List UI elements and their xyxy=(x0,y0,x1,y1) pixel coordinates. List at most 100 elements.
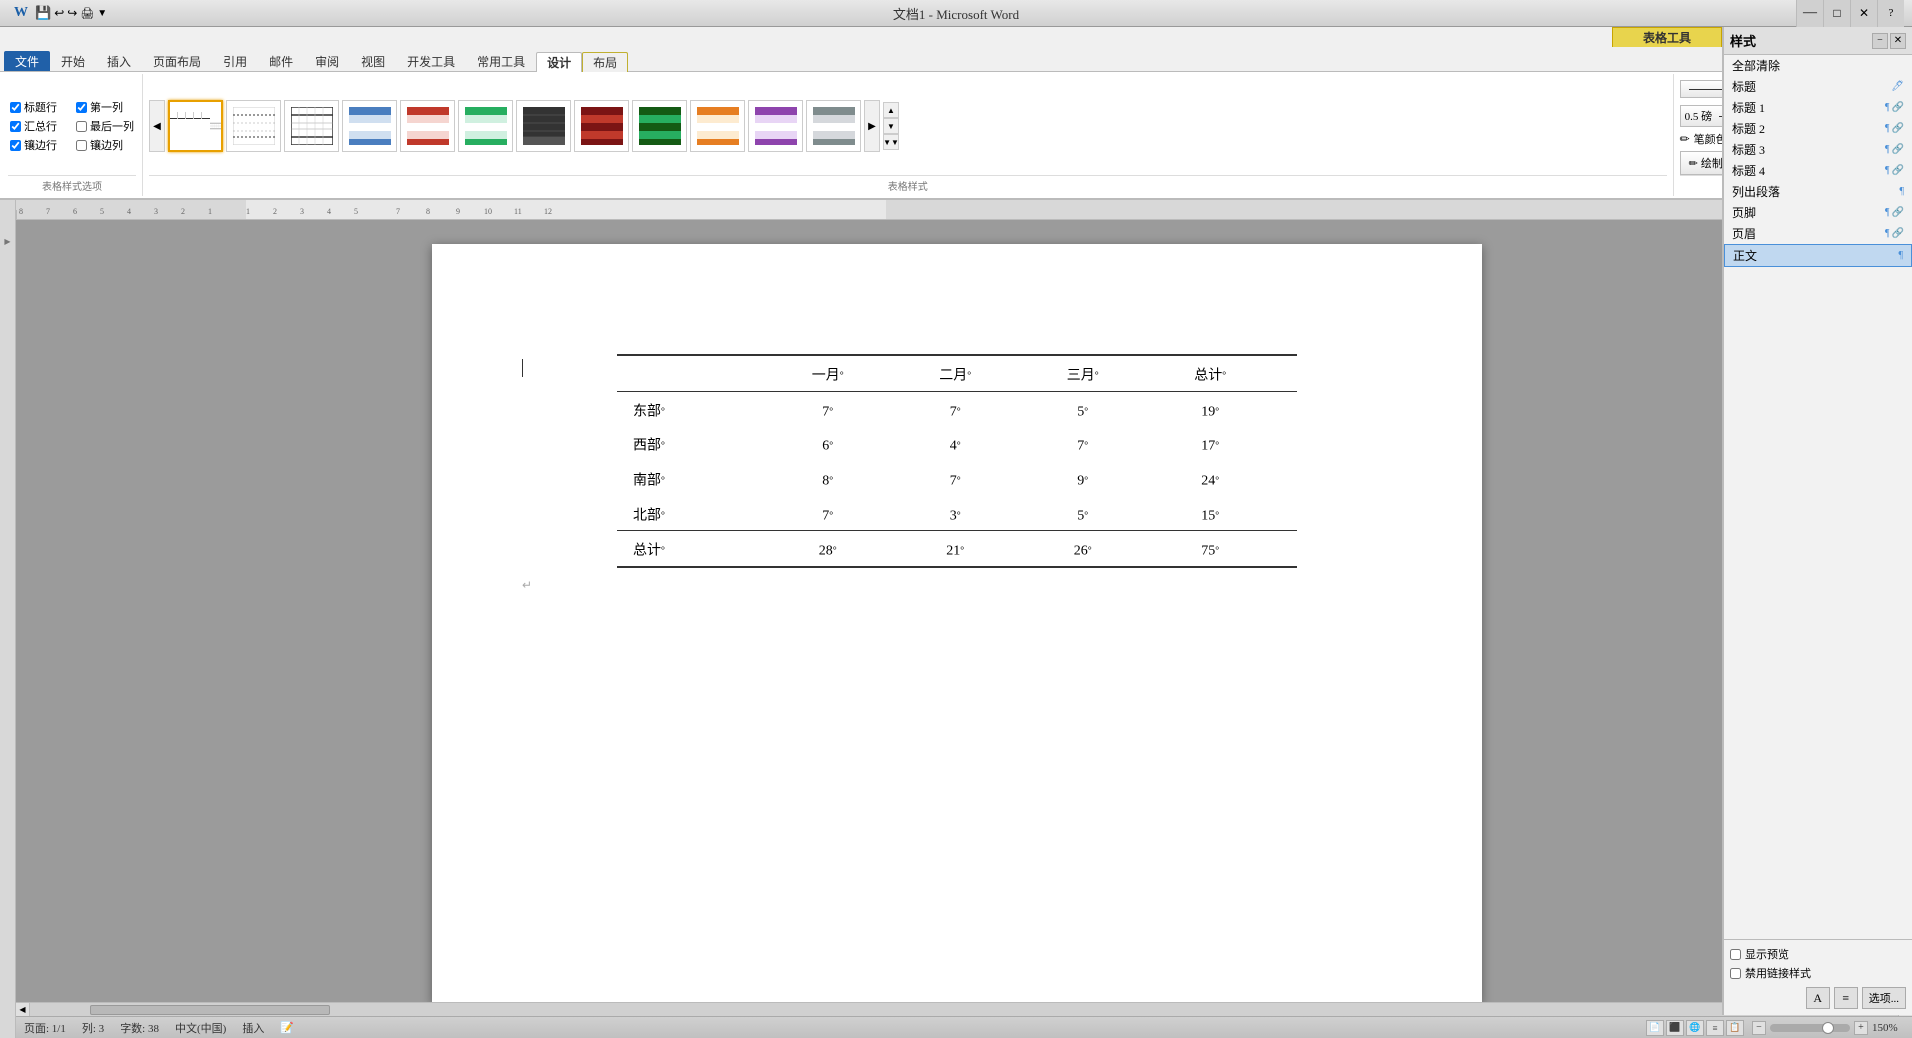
table-row: 北部。 7。 3。 5。 15。 xyxy=(617,496,1297,531)
options-button[interactable]: 选项... xyxy=(1862,987,1906,1009)
last-col-checkbox-label[interactable]: 最后一列 xyxy=(76,118,134,134)
tab-layout[interactable]: 布局 xyxy=(582,52,628,72)
tab-design[interactable]: 设计 xyxy=(536,52,582,72)
table-style-dark[interactable] xyxy=(516,100,571,152)
tab-developer[interactable]: 开发工具 xyxy=(396,51,466,71)
new-style-button[interactable]: A xyxy=(1806,987,1830,1009)
last-col-checkbox[interactable] xyxy=(76,121,87,132)
line-width-value: 0.5 磅 xyxy=(1685,108,1714,124)
close-button[interactable]: ✕ xyxy=(1850,0,1877,27)
style-link-icon-footer[interactable]: 🔗 xyxy=(1892,207,1904,218)
help-button[interactable]: ? xyxy=(1877,0,1904,27)
web-layout-button[interactable]: 🌐 xyxy=(1686,1020,1704,1036)
header-row-checkbox[interactable] xyxy=(10,102,21,113)
document-content[interactable]: 一月。 二月。 三月。 总计。 东部。 7。 xyxy=(16,220,1898,1002)
ribbon: 表格工具 文件 开始 插入 页面布局 引用 邮件 审阅 视图 开发工具 常用工具… xyxy=(0,27,1912,200)
tab-insert[interactable]: 插入 xyxy=(96,51,142,71)
undo-icon[interactable]: ↩ xyxy=(54,6,64,21)
tab-view[interactable]: 视图 xyxy=(350,51,396,71)
banded-cols-checkbox-label[interactable]: 镶边列 xyxy=(76,137,134,153)
draw-icon: ✏ xyxy=(1689,157,1698,170)
table-style-plain[interactable] xyxy=(168,100,223,152)
footer-mar: 26。 xyxy=(1022,531,1150,567)
status-right: 📄 ⬛ 🌐 ≡ 📋 − + 150% xyxy=(1646,1020,1904,1036)
draft-button[interactable]: 📋 xyxy=(1726,1020,1744,1036)
manage-styles-button[interactable]: ≡ xyxy=(1834,987,1858,1009)
gallery-scroll-right[interactable]: ▶ xyxy=(864,100,880,152)
minimize-button[interactable]: — xyxy=(1796,0,1823,27)
style-edit-icon-footer[interactable]: ¶ xyxy=(1885,207,1890,218)
disable-linked-checkbox[interactable] xyxy=(1730,968,1741,979)
outline-button[interactable]: ≡ xyxy=(1706,1020,1724,1036)
customize-qa-icon[interactable]: ▼ xyxy=(97,8,107,19)
insert-mode: 插入 xyxy=(242,1020,264,1036)
table-style-3[interactable] xyxy=(284,100,339,152)
total-row-checkbox[interactable] xyxy=(10,121,21,132)
table-style-gray-green[interactable] xyxy=(806,100,861,152)
page-indicator: 页面: 1/1 xyxy=(24,1020,66,1036)
gallery-scroll-up[interactable]: ▲ xyxy=(883,102,899,118)
tab-home[interactable]: 开始 xyxy=(50,51,96,71)
header-row-checkbox-label[interactable]: 标题行 xyxy=(10,99,68,115)
tab-common-tools[interactable]: 常用工具 xyxy=(466,51,536,71)
table-style-red[interactable] xyxy=(400,100,455,152)
style-edit-icon-header[interactable]: ¶ xyxy=(1885,228,1890,239)
horizontal-scrollbar[interactable]: ◀ ▶ xyxy=(16,1002,1912,1016)
style-item-icons-footer: ¶ 🔗 xyxy=(1885,207,1904,218)
header-extra xyxy=(1277,355,1297,391)
pen-icon: ✏ xyxy=(1680,132,1690,147)
style-item-header[interactable]: 页眉 ¶ 🔗 xyxy=(1724,223,1912,244)
table-style-orange[interactable] xyxy=(690,100,745,152)
first-col-checkbox-label[interactable]: 第一列 xyxy=(76,99,134,115)
zoom-thumb[interactable] xyxy=(1822,1022,1834,1034)
style-link-icon-header[interactable]: 🔗 xyxy=(1892,228,1904,239)
show-preview-checkbox[interactable] xyxy=(1730,949,1741,960)
gallery-scroll-down[interactable]: ▼ xyxy=(883,118,899,134)
tab-file[interactable]: 文件 xyxy=(4,51,50,71)
banded-cols-checkbox[interactable] xyxy=(76,140,87,151)
table-style-purple[interactable] xyxy=(748,100,803,152)
table-style-dark-green[interactable] xyxy=(632,100,687,152)
zoom-in-button[interactable]: + xyxy=(1854,1021,1868,1035)
style-item-body[interactable]: 正文 ¶ xyxy=(1724,244,1912,267)
west-jan: 6。 xyxy=(767,426,895,461)
styles-action-buttons: A ≡ 选项... xyxy=(1730,987,1906,1009)
zoom-slider[interactable] xyxy=(1770,1024,1850,1032)
gallery-scroll-left[interactable]: ◀ xyxy=(149,100,165,152)
tab-mailings[interactable]: 邮件 xyxy=(258,51,304,71)
fullscreen-button[interactable]: ⬛ xyxy=(1666,1020,1684,1036)
page: 一月。 二月。 三月。 总计。 东部。 7。 xyxy=(432,244,1482,1002)
svg-text:1: 1 xyxy=(246,207,250,216)
print-preview-icon[interactable]: 🖨 xyxy=(80,7,94,20)
style-item-icons-body: ¶ xyxy=(1898,250,1903,261)
banded-rows-checkbox[interactable] xyxy=(10,140,21,151)
total-row-checkbox-label[interactable]: 汇总行 xyxy=(10,118,68,134)
show-preview-check[interactable]: 显示预览 xyxy=(1730,946,1906,962)
table-foot: 总计。 28。 21。 26。 75。 xyxy=(617,531,1297,567)
svg-text:3: 3 xyxy=(154,207,158,216)
zoom-out-button[interactable]: − xyxy=(1752,1021,1766,1035)
table-styles-gallery: ◀ xyxy=(149,77,1667,175)
table-style-green[interactable] xyxy=(458,100,513,152)
style-item-footer[interactable]: 页脚 ¶ 🔗 xyxy=(1724,202,1912,223)
table-style-dark-red[interactable] xyxy=(574,100,629,152)
scroll-thumb-h[interactable] xyxy=(90,1005,330,1015)
maximize-button[interactable]: □ xyxy=(1823,0,1850,27)
scroll-track-h[interactable] xyxy=(30,1003,1898,1016)
tab-review[interactable]: 审阅 xyxy=(304,51,350,71)
tab-references[interactable]: 引用 xyxy=(212,51,258,71)
table-style-2[interactable] xyxy=(226,100,281,152)
tab-page-layout[interactable]: 页面布局 xyxy=(142,51,212,71)
disable-linked-check[interactable]: 禁用链接样式 xyxy=(1730,965,1906,981)
print-view-button[interactable]: 📄 xyxy=(1646,1020,1664,1036)
gallery-scroll-expand[interactable]: ▼▼ xyxy=(883,134,899,150)
scroll-left-button[interactable]: ◀ xyxy=(16,1003,30,1017)
style-edit-icon-body[interactable]: ¶ xyxy=(1898,250,1903,261)
table-style-blue-stripe[interactable] xyxy=(342,100,397,152)
save-icon[interactable]: 💾 xyxy=(35,5,51,21)
banded-rows-checkbox-label[interactable]: 镶边行 xyxy=(10,137,68,153)
main-tabs: 文件 开始 插入 页面布局 引用 邮件 审阅 视图 开发工具 常用工具 设计 布… xyxy=(0,29,628,71)
redo-icon[interactable]: ↪ xyxy=(67,6,77,21)
title-bar: W 💾 ↩ ↪ 🖨 ▼ 文档1 - Microsoft Word — □ ✕ ? xyxy=(0,0,1912,27)
first-col-checkbox[interactable] xyxy=(76,102,87,113)
